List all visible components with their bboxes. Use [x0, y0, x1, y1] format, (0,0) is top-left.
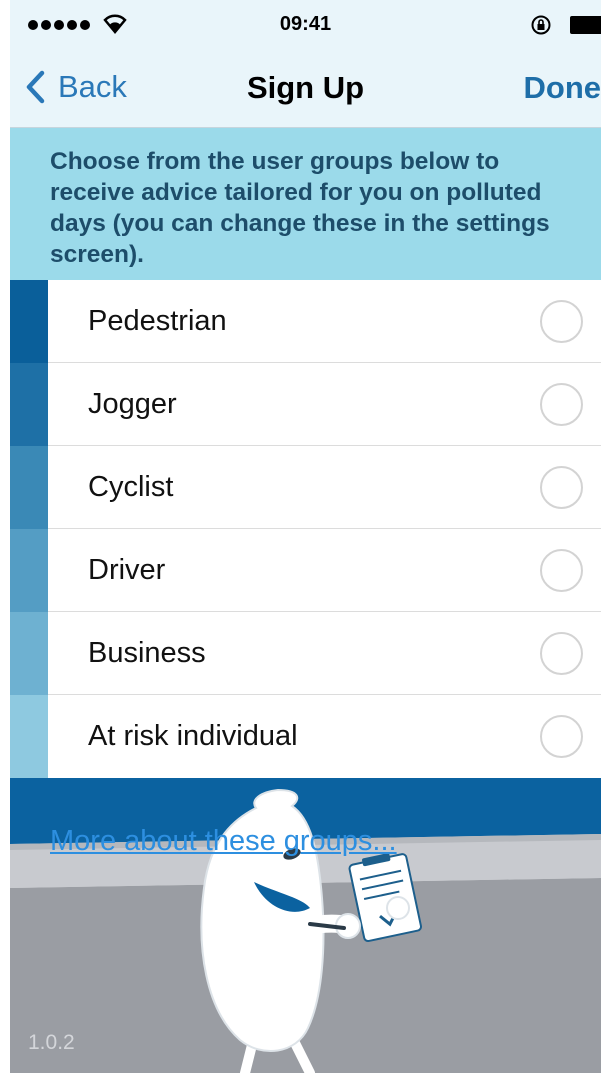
group-label: Driver — [88, 554, 166, 586]
group-row-at-risk-individual[interactable]: At risk individual — [10, 695, 601, 778]
group-label: At risk individual — [88, 720, 298, 752]
more-about-groups-link[interactable]: More about these groups... — [50, 825, 397, 858]
rotation-lock-icon — [531, 15, 551, 35]
group-color-bar — [10, 529, 48, 612]
done-button[interactable]: Done — [524, 70, 601, 106]
info-text: Choose from the user groups below to rec… — [50, 148, 550, 268]
status-bar: 09:41 — [10, 0, 601, 50]
version-label: 1.0.2 — [28, 1031, 75, 1054]
mascot-illustration — [10, 778, 601, 1073]
user-group-list: Pedestrian Jogger Cyclist Driver Busines… — [10, 280, 601, 778]
radio-button[interactable] — [540, 715, 583, 758]
info-banner: Choose from the user groups below to rec… — [10, 128, 601, 280]
radio-button[interactable] — [540, 383, 583, 426]
group-color-bar — [10, 280, 48, 363]
radio-button[interactable] — [540, 300, 583, 343]
status-time: 09:41 — [279, 13, 332, 35]
group-row-cyclist[interactable]: Cyclist — [10, 446, 601, 529]
group-row-driver[interactable]: Driver — [10, 529, 601, 612]
battery-icon — [570, 16, 601, 34]
group-label: Business — [88, 637, 206, 669]
radio-button[interactable] — [540, 549, 583, 592]
radio-button[interactable] — [540, 632, 583, 675]
group-color-bar — [10, 363, 48, 446]
radio-button[interactable] — [540, 466, 583, 509]
sign-up-screen: 09:41 Back Sign Up Done Choose from the … — [0, 0, 601, 1073]
page-title: Sign Up — [246, 70, 365, 105]
group-color-bar — [10, 695, 48, 778]
group-color-bar — [10, 446, 48, 529]
group-color-bar — [10, 612, 48, 695]
group-label: Pedestrian — [88, 305, 227, 337]
group-row-business[interactable]: Business — [10, 612, 601, 695]
footer-scene: More about these groups... 1.0.2 — [10, 778, 601, 1073]
group-row-jogger[interactable]: Jogger — [10, 363, 601, 446]
group-label: Cyclist — [88, 471, 174, 503]
group-label: Jogger — [88, 388, 177, 420]
navigation-bar: Back Sign Up Done — [10, 50, 601, 128]
group-row-pedestrian[interactable]: Pedestrian — [10, 280, 601, 363]
